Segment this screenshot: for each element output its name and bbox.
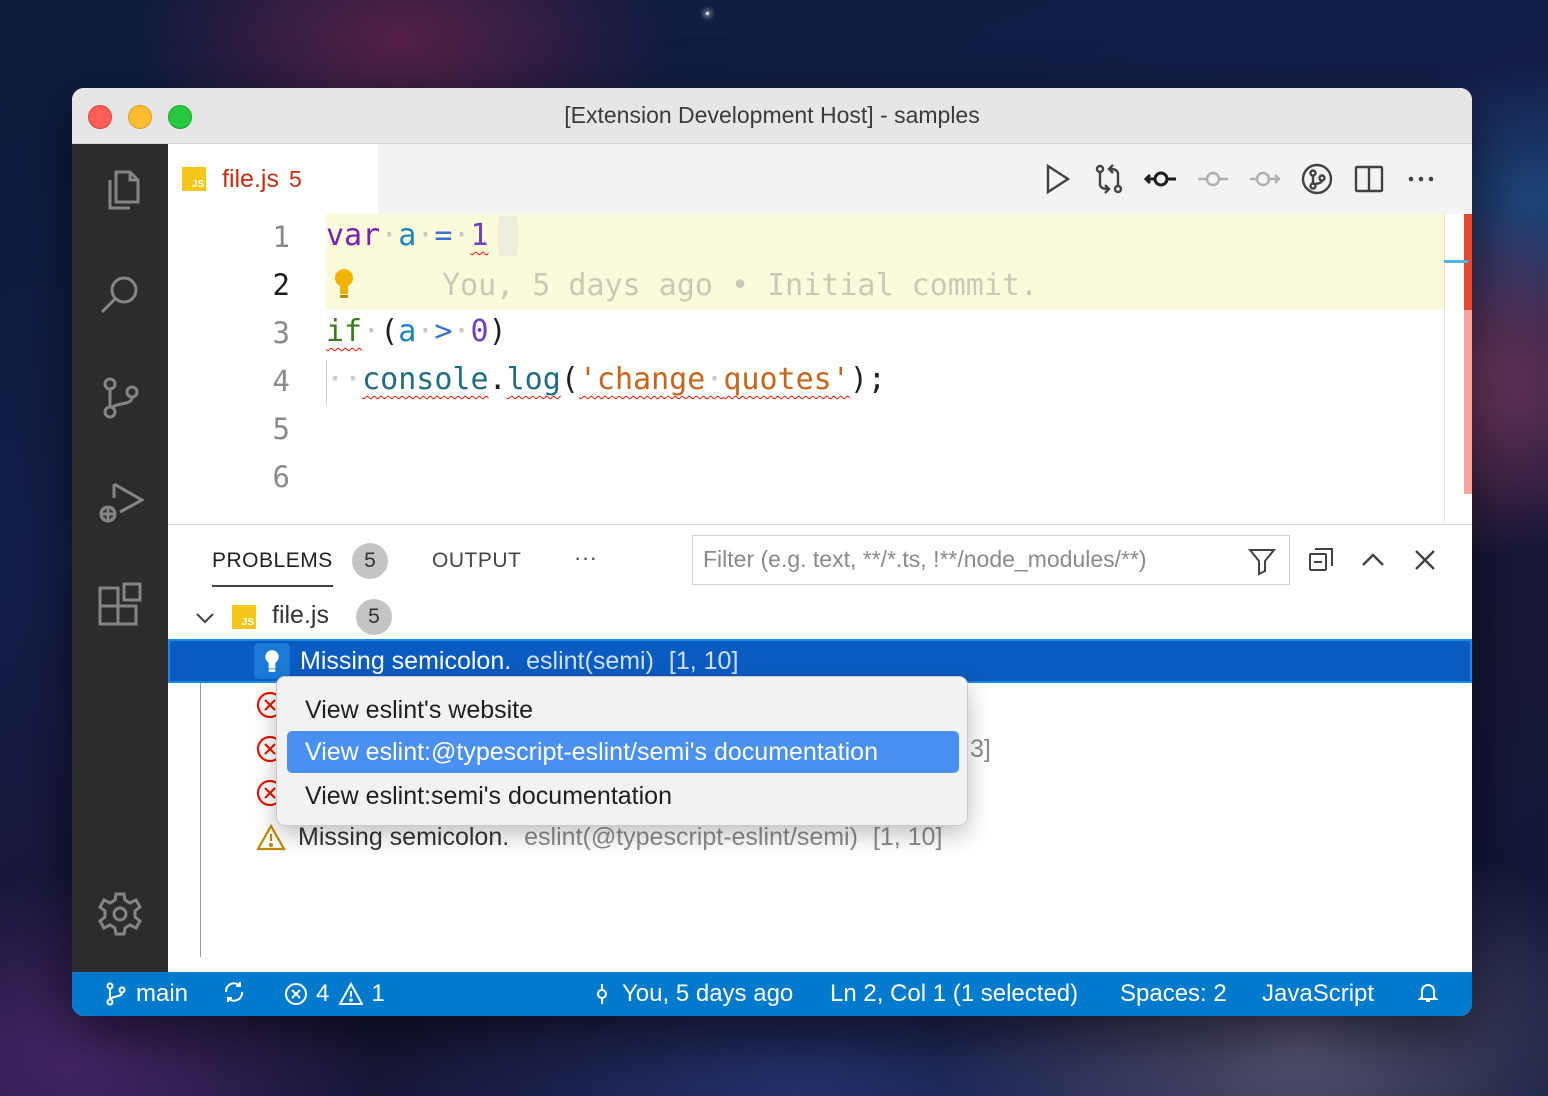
panel-more-tabs-button[interactable]: ··· <box>574 545 597 571</box>
next-change-icon[interactable] <box>1246 160 1284 198</box>
run-icon[interactable] <box>1038 160 1076 198</box>
status-cursor-position[interactable]: Ln 2, Col 1 (1 selected) <box>830 980 1078 1008</box>
tab-output[interactable]: OUTPUT <box>432 549 521 573</box>
tab-problem-count: 5 <box>288 165 302 192</box>
status-blame[interactable]: You, 5 days ago <box>590 980 793 1008</box>
menu-item-typescript-semi-docs[interactable]: View eslint:@typescript-eslint/semi's do… <box>287 731 959 773</box>
inline-blame: You, 5 days ago • Initial commit. <box>442 268 1039 303</box>
line-number: 5 <box>272 412 290 446</box>
run-debug-icon[interactable] <box>96 478 146 526</box>
git-commit-icon <box>597 984 607 1004</box>
javascript-file-icon: JS <box>232 605 256 629</box>
chevron-down-icon[interactable] <box>194 607 216 629</box>
close-panel-icon[interactable] <box>1406 541 1444 579</box>
branch-icon <box>106 982 126 1006</box>
problems-file-row[interactable]: JS file.js 5 <box>168 595 1472 639</box>
source-control-icon[interactable] <box>96 374 144 422</box>
code-editor[interactable]: 1 2 3 4 5 6 var·a·=·1 You, 5 days ago • … <box>168 214 1472 524</box>
tab-filename: file.js <box>222 164 279 193</box>
gear-icon[interactable] <box>96 890 144 938</box>
background-star <box>706 12 709 15</box>
status-branch[interactable]: main <box>104 980 188 1008</box>
editor-tab-bar: JS file.js 5 <box>168 144 1472 214</box>
code-line-4[interactable]: ··console.log('change·quotes'); <box>326 362 886 397</box>
split-editor-icon[interactable] <box>1350 160 1388 198</box>
problem-location: [1, 10] <box>668 647 739 675</box>
problem-message: Missing semicolon. eslint(semi) [1, 10] <box>300 647 739 675</box>
window-title: [Extension Development Host] - samples <box>564 102 980 128</box>
line-number: 6 <box>272 460 290 494</box>
problem-location: [1, 10] <box>872 823 943 851</box>
menu-item-semi-docs[interactable]: View eslint:semi's documentation <box>287 775 959 817</box>
code-line-1[interactable]: var·a·=·1 <box>326 218 489 253</box>
line-number: 3 <box>272 316 290 350</box>
filter-icon[interactable] <box>1247 546 1277 576</box>
status-problems[interactable]: 4 1 <box>284 980 385 1008</box>
problems-filter-input[interactable]: Filter (e.g. text, **/*.ts, !**/node_mod… <box>692 535 1290 585</box>
warning-icon <box>339 982 364 1005</box>
maximize-panel-icon[interactable] <box>1354 541 1392 579</box>
collapse-all-icon[interactable] <box>1302 541 1340 579</box>
line-number: 2 <box>272 268 290 302</box>
gitlens-icon[interactable] <box>1298 160 1336 198</box>
line-number: 4 <box>272 364 290 398</box>
previous-change-icon[interactable] <box>1194 160 1232 198</box>
code-action-menu: View eslint's website View eslint:@types… <box>276 676 968 826</box>
error-icon <box>285 983 307 1005</box>
tab-problems[interactable]: PROBLEMS <box>212 549 333 587</box>
compare-changes-icon[interactable] <box>1090 160 1128 198</box>
more-actions-icon[interactable] <box>1402 160 1440 198</box>
cursor-selection <box>498 216 518 256</box>
javascript-file-icon: JS <box>182 167 206 191</box>
title-bar: [Extension Development Host] - samples <box>72 88 1472 144</box>
activity-bar <box>72 144 168 972</box>
git-commit-icon[interactable] <box>1142 160 1180 198</box>
files-icon[interactable] <box>96 166 144 214</box>
search-icon[interactable] <box>96 270 144 318</box>
lightbulb-icon[interactable] <box>254 643 290 679</box>
problem-source: eslint(@typescript-eslint/semi) <box>524 823 858 851</box>
code-line-3[interactable]: if·(a·>·0) <box>326 314 507 349</box>
problem-source: eslint(semi) <box>526 647 654 675</box>
filter-placeholder: Filter (e.g. text, **/*.ts, !**/node_mod… <box>703 546 1147 572</box>
problem-message: Missing semicolon. eslint(@typescript-es… <box>298 823 943 851</box>
lightbulb-icon[interactable] <box>332 266 356 302</box>
vscode-window: [Extension Development Host] - samples J… <box>72 88 1472 1016</box>
problems-file-name: file.js <box>272 601 329 629</box>
menu-item-eslint-website[interactable]: View eslint's website <box>287 689 959 731</box>
status-language[interactable]: JavaScript <box>1262 980 1374 1008</box>
line-number: 1 <box>272 220 290 254</box>
sync-icon[interactable] <box>222 980 246 1004</box>
overview-cursor-marker <box>1444 260 1468 263</box>
bell-icon[interactable] <box>1416 980 1440 1004</box>
problem-location: 3] <box>970 735 991 763</box>
problems-count-badge: 5 <box>352 543 388 579</box>
file-problem-count: 5 <box>356 599 392 635</box>
status-indentation[interactable]: Spaces: 2 <box>1120 980 1227 1008</box>
warning-icon <box>256 823 286 851</box>
status-bar: main 4 1 You, 5 days ago Ln 2, Col 1 (1 … <box>72 972 1472 1016</box>
extensions-icon[interactable] <box>96 582 144 630</box>
tab-file-js[interactable]: JS file.js 5 <box>168 144 378 214</box>
